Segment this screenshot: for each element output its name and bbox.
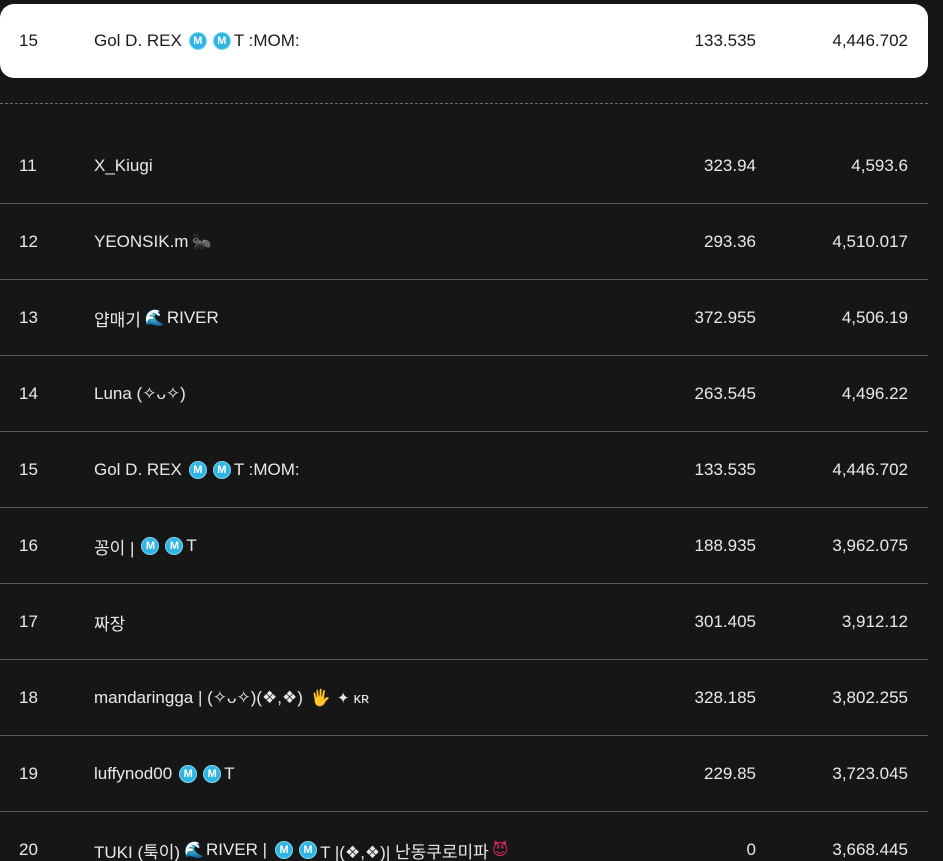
player-name: luffynod00 M M T: [94, 764, 235, 784]
leaderboard-list: 11 X_Kiugi 323.94 4,593.6 12 YEONSIK.m 🐜…: [0, 128, 928, 861]
player-name: Gol D. REX M M T :MOM:: [94, 460, 300, 480]
player-name: 짜장: [94, 614, 126, 634]
score-value: 328.185: [694, 688, 756, 707]
score-value: 188.935: [694, 536, 756, 555]
leaderboard-row[interactable]: 19 luffynod00 M M T 229.85 3,723.045: [0, 736, 928, 812]
player-name-text: TUKI (툭이): [94, 842, 181, 861]
leaderboard-row[interactable]: 11 X_Kiugi 323.94 4,593.6: [0, 128, 928, 204]
rank-value: 12: [19, 232, 38, 251]
score-value: 372.955: [694, 308, 756, 327]
rank-value: 13: [19, 308, 38, 327]
player-name-text: Gol D. REX: [94, 460, 182, 479]
m-badge-icon: M: [299, 841, 318, 859]
rank-value: 15: [19, 31, 38, 50]
leaderboard-row[interactable]: 13 얍매기 🌊 RIVER 372.955 4,506.19: [0, 280, 928, 356]
dashed-divider: [0, 103, 928, 104]
m-badge-icon: M: [188, 32, 207, 50]
leaderboard-row[interactable]: 15 Gol D. REX M M T :MOM: 133.535 4,446.…: [0, 432, 928, 508]
total-value: 3,723.045: [832, 764, 908, 783]
player-name-text: YEONSIK.m: [94, 232, 189, 251]
score-value: 323.94: [704, 156, 756, 175]
rank-value: 11: [19, 156, 37, 175]
m-badge-icon: M: [203, 765, 222, 783]
score-value: 301.405: [694, 612, 756, 631]
player-name-suffix: T: [224, 764, 235, 783]
player-name: 꽁이 | M M T: [94, 534, 197, 559]
rank-value: 16: [19, 536, 38, 555]
player-name: Luna (✧ᴗ✧): [94, 384, 186, 403]
rank-value: 20: [19, 840, 38, 859]
score-value: 293.36: [704, 232, 756, 251]
score-value: 133.535: [694, 460, 756, 479]
rank-value: 19: [19, 764, 38, 783]
player-name-suffix: T :MOM:: [233, 460, 300, 479]
m-badge-icon: M: [165, 537, 184, 555]
player-name: X_Kiugi: [94, 156, 153, 175]
leaderboard-row[interactable]: 12 YEONSIK.m 🐜 293.36 4,510.017: [0, 204, 928, 280]
wave-icon: 🌊: [144, 310, 165, 327]
total-value: 4,506.19: [841, 308, 908, 327]
player-name: 얍매기 🌊 RIVER: [94, 306, 219, 331]
leaderboard-row[interactable]: 14 Luna (✧ᴗ✧) 263.545 4,496.22: [0, 356, 928, 432]
m-badge-icon: M: [275, 841, 294, 859]
ant-icon: 🐜: [191, 234, 212, 251]
leaderboard-row[interactable]: 20 TUKI (툭이) 🌊 RIVER | M M T |(❖,❖)| 난동쿠…: [0, 812, 928, 861]
rank-value: 15: [19, 460, 38, 479]
player-name-suffix: T |(❖,❖)| 난동쿠로미파: [320, 842, 489, 861]
total-value: 3,912.12: [841, 612, 908, 631]
devil-icon: 😈: [491, 842, 509, 859]
player-name-suffix: T: [186, 536, 197, 555]
player-name: YEONSIK.m 🐜: [94, 232, 211, 252]
m-badge-icon: M: [179, 765, 198, 783]
score-value: 133.535: [694, 31, 756, 50]
m-badge-icon: M: [212, 461, 231, 479]
player-name-mid: RIVER |: [205, 840, 268, 859]
total-value: 4,446.702: [832, 460, 908, 479]
total-value: 3,802.255: [832, 688, 908, 707]
player-name: mandaringga | (✧ᴗ✧)(❖,❖) 🖐 ✦ ᴋʀ: [94, 688, 369, 708]
score-value: 263.545: [694, 384, 756, 403]
total-value: 4,510.017: [832, 232, 908, 251]
leaderboard-row[interactable]: 16 꽁이 | M M T 188.935 3,962.075: [0, 508, 928, 584]
total-value: 4,496.22: [841, 384, 908, 403]
player-name-text: 얍매기: [94, 310, 141, 330]
wave-icon: 🌊: [184, 842, 204, 859]
player-name-text: mandaringga | (✧ᴗ✧)(❖,❖): [94, 688, 303, 707]
leaderboard-row[interactable]: 17 짜장 301.405 3,912.12: [0, 584, 928, 660]
rank-value: 17: [19, 612, 38, 631]
total-value: 3,962.075: [832, 536, 908, 555]
total-value: 3,668.445: [832, 840, 908, 859]
m-badge-icon: M: [141, 537, 160, 555]
total-value: 4,446.702: [832, 31, 908, 50]
score-value: 0: [746, 840, 756, 859]
current-user-row: 15 Gol D. REX M M T :MOM: 133.535 4,446.…: [0, 4, 928, 78]
player-name: TUKI (툭이) 🌊 RIVER | M M T |(❖,❖)| 난동쿠로미파…: [94, 838, 509, 861]
player-name: Gol D. REX M M T :MOM:: [94, 31, 300, 51]
total-value: 4,593.6: [851, 156, 908, 175]
player-name-text: luffynod00: [94, 764, 173, 783]
rank-value: 14: [19, 384, 38, 403]
player-name-text: Gol D. REX: [94, 31, 182, 50]
player-name-text: 꽁이 |: [94, 538, 135, 558]
rank-value: 18: [19, 688, 38, 707]
player-name-suffix: RIVER: [166, 308, 219, 327]
m-badge-icon: M: [212, 32, 231, 50]
score-value: 229.85: [704, 764, 756, 783]
player-name-suffix: T :MOM:: [233, 31, 300, 50]
current-user-card[interactable]: 15 Gol D. REX M M T :MOM: 133.535 4,446.…: [0, 4, 928, 78]
hand-icon: 🖐: [310, 690, 331, 707]
m-badge-icon: M: [188, 461, 207, 479]
leaderboard-row[interactable]: 18 mandaringga | (✧ᴗ✧)(❖,❖) 🖐 ✦ ᴋʀ 328.1…: [0, 660, 928, 736]
player-name-suffix: ✦ ᴋʀ: [336, 690, 370, 707]
